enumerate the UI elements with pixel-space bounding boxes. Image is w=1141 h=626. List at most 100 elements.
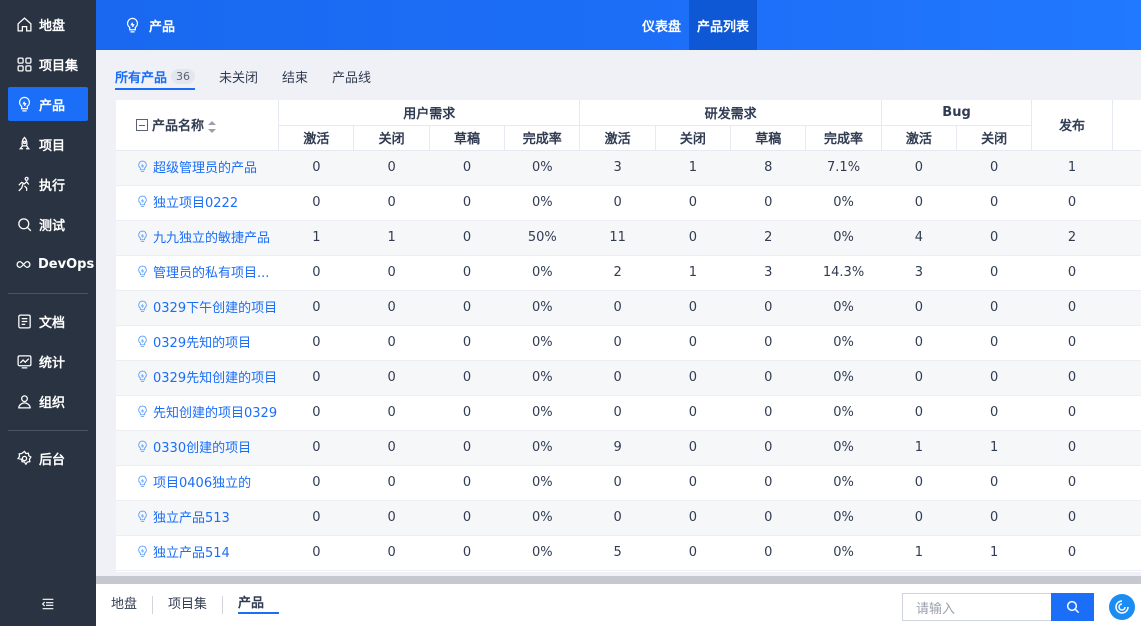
- product-name-text: 独立产品513: [153, 511, 230, 526]
- product-name-text: 0330创建的项目: [153, 441, 252, 456]
- app-root: 地盘 项目集 产品 项目 执行 测试 DevOps 文档 统计 组织 后台 产品…: [0, 0, 1141, 626]
- table-cell: 1: [353, 220, 430, 256]
- table-cell: 0: [353, 150, 430, 186]
- product-name-link[interactable]: 0329先知创建的项目: [136, 367, 277, 386]
- table-cell: 0%: [504, 255, 580, 291]
- table-cell: 0%: [504, 430, 580, 466]
- search-input[interactable]: 请输入: [902, 593, 1052, 621]
- product-name-text: 0329先知创建的项目: [153, 371, 278, 386]
- sidebar-divider: [8, 430, 88, 431]
- table-cell: 0: [730, 500, 806, 536]
- table-cell: 0: [956, 465, 1032, 501]
- table-cell: 0%: [504, 290, 580, 326]
- table-cell: 5: [579, 535, 656, 571]
- product-name-link[interactable]: 九九独立的敏捷产品: [136, 227, 270, 246]
- bulb-icon: [138, 230, 147, 242]
- column-header-extra: [1112, 100, 1141, 151]
- product-name-link[interactable]: 独立项目0222: [136, 192, 238, 211]
- product-name-link[interactable]: 管理员的私有项目...: [136, 262, 269, 281]
- sidebar-item-project[interactable]: 项目: [8, 127, 88, 161]
- search-icon: [1066, 600, 1079, 614]
- table-row: 项目0406独立的 0 0 0 0% 0 0 0 0% 0 0 0: [116, 465, 1141, 501]
- table-cell: 0: [881, 325, 957, 361]
- table-row: 管理员的私有项目... 0 0 0 0% 2 1 3 14.3% 3 0 0: [116, 255, 1141, 291]
- sidebar-item-label: 执行: [39, 178, 66, 194]
- breadcrumb-dashboard[interactable]: 地盘: [111, 596, 154, 614]
- table-cell-extra: [1112, 150, 1141, 186]
- table-cell: 0: [730, 430, 806, 466]
- table-cell-extra: [1112, 500, 1141, 536]
- product-name-text: 管理员的私有项目...: [153, 266, 270, 281]
- table-cell: 0: [1031, 430, 1113, 466]
- table-cell: 0: [429, 430, 505, 466]
- group-header-dev-stories: 研发需求: [579, 100, 882, 126]
- sidebar-item-admin[interactable]: 后台: [8, 441, 88, 475]
- table-cell: 0: [278, 255, 354, 291]
- product-name-link[interactable]: 先知创建的项目0329: [136, 402, 277, 421]
- sidebar-item-devops[interactable]: DevOps: [8, 247, 94, 281]
- breadcrumb-product[interactable]: 产品: [238, 596, 280, 614]
- column-header-name[interactable]: 产品名称: [116, 100, 280, 151]
- table-cell: 0: [881, 465, 957, 501]
- table-cell: 0: [579, 325, 656, 361]
- tab-closed[interactable]: 结束: [282, 62, 308, 90]
- sort-icon[interactable]: [208, 120, 217, 133]
- tab-unclosed[interactable]: 未关闭: [219, 62, 258, 90]
- table-cell-extra: [1112, 290, 1141, 326]
- table-cell: 0: [429, 465, 505, 501]
- table-cell: 0: [278, 535, 354, 571]
- horizontal-scrollbar[interactable]: [96, 576, 1141, 584]
- table-cell: 3: [579, 150, 656, 186]
- sidebar-item-test[interactable]: 测试: [8, 207, 88, 241]
- home-icon: [15, 15, 33, 33]
- product-name-link[interactable]: 0329先知的项目: [136, 332, 251, 351]
- table-cell: 8: [730, 150, 806, 186]
- table-cell-extra: [1112, 535, 1141, 571]
- product-name-link[interactable]: 项目0406独立的: [136, 472, 251, 491]
- tab-product-list[interactable]: 产品列表: [689, 0, 758, 50]
- table-cell-extra: [1112, 255, 1141, 291]
- sidebar-item-dashboard[interactable]: 地盘: [8, 7, 88, 41]
- product-name-link[interactable]: 0330创建的项目: [136, 437, 251, 456]
- table-cell: 0: [655, 290, 731, 326]
- sidebar-item-org[interactable]: 组织: [8, 384, 88, 418]
- table-cell: 0: [278, 465, 354, 501]
- product-name-cell: 0329下午创建的项目: [116, 290, 279, 326]
- table-cell: 0: [1031, 395, 1113, 431]
- table-cell: 0%: [805, 185, 882, 221]
- search-button[interactable]: [1051, 593, 1094, 621]
- product-name-link[interactable]: 0329下午创建的项目: [136, 297, 277, 316]
- table-row: 0329先知创建的项目 0 0 0 0% 0 0 0 0% 0 0 0: [116, 360, 1141, 396]
- sidebar-collapse-button[interactable]: [38, 595, 58, 613]
- table-cell-extra: [1112, 325, 1141, 361]
- sidebar-item-docs[interactable]: 文档: [8, 304, 88, 338]
- sidebar-item-stats[interactable]: 统计: [8, 344, 88, 378]
- sidebar-item-execution[interactable]: 执行: [8, 167, 88, 201]
- product-name-link[interactable]: 超级管理员的产品: [136, 157, 257, 176]
- sidebar-item-product[interactable]: 产品: [8, 87, 88, 121]
- tab-dashboard[interactable]: 仪表盘: [634, 0, 689, 50]
- table-cell: 0: [579, 500, 656, 536]
- app-logo[interactable]: [1109, 594, 1135, 620]
- table-cell: 0: [655, 395, 731, 431]
- table-cell: 0: [353, 395, 430, 431]
- bulb-icon: [138, 160, 147, 172]
- table-cell: 2: [730, 220, 806, 256]
- tab-product-line[interactable]: 产品线: [332, 62, 371, 90]
- product-name-cell: 0330创建的项目: [116, 430, 279, 466]
- column-header-sub: 激活: [881, 125, 958, 151]
- table-cell: 0: [429, 325, 505, 361]
- sidebar-item-programs[interactable]: 项目集: [8, 47, 88, 81]
- collapse-all-checkbox[interactable]: [136, 119, 148, 132]
- table-row: 九九独立的敏捷产品 1 1 0 50% 11 0 2 0% 4 0 2: [116, 220, 1141, 256]
- product-name-link[interactable]: 独立产品513: [136, 507, 230, 526]
- product-name-link[interactable]: 独立产品514: [136, 542, 230, 561]
- tab-all-products[interactable]: 所有产品 36: [115, 62, 196, 90]
- table-cell: 0: [278, 290, 354, 326]
- menu-collapse-icon: [41, 598, 54, 610]
- table-cell: 0%: [504, 360, 580, 396]
- table-cell: 0: [278, 430, 354, 466]
- bulb-icon: [126, 17, 139, 33]
- breadcrumb-programs[interactable]: 项目集: [168, 596, 224, 614]
- table-cell: 0%: [504, 325, 580, 361]
